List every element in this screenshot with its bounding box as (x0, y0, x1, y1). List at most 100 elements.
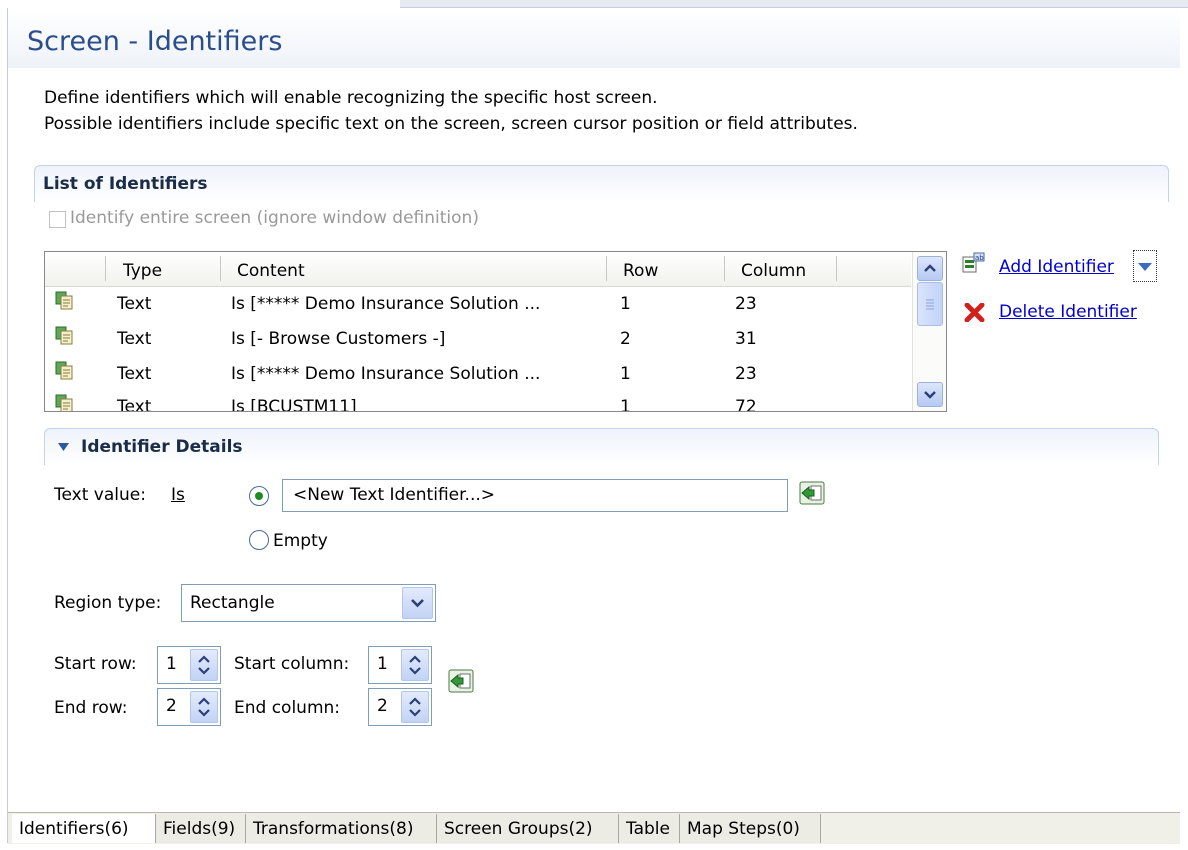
text-identifier-icon (55, 326, 73, 345)
delete-identifier-link[interactable]: Delete Identifier (999, 302, 1137, 322)
cell-type: Text (117, 294, 152, 314)
column-header-row[interactable]: Row (623, 261, 658, 281)
empty-radio-label: Empty (273, 531, 328, 551)
chevron-up-icon (924, 264, 936, 272)
page-title: Screen - Identifiers (27, 26, 283, 57)
end-row-label: End row: (54, 698, 128, 718)
start-row-value: 1 (166, 654, 177, 674)
cell-row: 2 (620, 329, 631, 349)
region-type-select[interactable]: Rectangle (181, 584, 436, 622)
cell-column: 72 (735, 397, 757, 412)
table-row[interactable]: Text Is [- Browse Customers -] 2 31 (45, 322, 911, 356)
start-column-spin-buttons[interactable] (401, 649, 429, 681)
table-vertical-scrollbar[interactable] (912, 252, 946, 411)
tab-label: Map Steps(0) (687, 819, 800, 839)
text-value-field[interactable] (282, 479, 788, 512)
tab-identifiers[interactable]: Identifiers(6) (12, 814, 156, 843)
list-section-header: List of Identifiers (34, 165, 1169, 202)
cell-row: 1 (620, 397, 631, 412)
radio-selected-dot (255, 492, 263, 500)
cell-row: 1 (620, 364, 631, 384)
description-line-1: Define identifiers which will enable rec… (44, 88, 658, 108)
end-column-spinner[interactable]: 2 (368, 688, 432, 726)
tab-map-steps[interactable]: Map Steps(0) (680, 814, 821, 843)
cell-content: Is [- Browse Customers -] (231, 329, 446, 349)
tab-label: Identifiers(6) (19, 819, 129, 839)
region-type-dropdown-button[interactable] (402, 587, 433, 619)
start-row-spin-buttons[interactable] (190, 649, 218, 681)
text-value-radio[interactable] (249, 486, 269, 506)
column-separator (105, 256, 106, 281)
tab-fields[interactable]: Fields(9) (156, 814, 246, 843)
tab-table[interactable]: Table (619, 814, 680, 843)
column-header-type[interactable]: Type (123, 261, 162, 281)
cell-column: 31 (735, 329, 757, 349)
chevron-down-icon (411, 599, 424, 608)
collapse-triangle-icon[interactable] (57, 442, 70, 452)
text-identifier-icon (55, 291, 73, 310)
cell-column: 23 (735, 364, 757, 384)
column-header-content[interactable]: Content (237, 261, 305, 281)
start-column-spinner[interactable]: 1 (368, 646, 432, 684)
editor-tab-bar: Identifiers(6) Fields(9) Transformations… (8, 812, 1180, 844)
top-strip (0, 0, 1188, 8)
start-column-label: Start column: (234, 654, 350, 674)
end-column-label: End column: (234, 698, 341, 718)
region-type-label: Region type: (54, 593, 162, 613)
list-section-title: List of Identifiers (43, 174, 208, 194)
region-type-value: Rectangle (190, 593, 275, 613)
table-row[interactable]: Text Is [***** Demo Insurance Solution .… (45, 357, 911, 391)
scroll-thumb[interactable] (917, 282, 943, 326)
table-row[interactable]: Text Is [BCUSTM11] 1 72 (45, 390, 911, 412)
end-row-value: 2 (166, 696, 177, 716)
column-header-column[interactable]: Column (741, 261, 806, 281)
end-column-spin-buttons[interactable] (401, 691, 429, 723)
cell-type: Text (117, 329, 152, 349)
column-separator (606, 256, 607, 281)
cell-content: Is [***** Demo Insurance Solution ... (231, 364, 541, 384)
page-header: Screen - Identifiers (8, 10, 1180, 68)
add-identifier-link[interactable]: Add Identifier (999, 257, 1114, 277)
dropdown-arrow-icon (1138, 263, 1152, 271)
identify-entire-screen-checkbox[interactable] (49, 211, 66, 228)
spin-up-down-icon (409, 697, 421, 717)
add-identifier-dropdown-button[interactable] (1133, 250, 1157, 282)
cell-row: 1 (620, 294, 631, 314)
start-row-spinner[interactable]: 1 (157, 646, 221, 684)
add-identifier-icon[interactable]: ab (962, 252, 986, 274)
identifiers-table[interactable]: Type Content Row Column Text Is [***** D… (44, 251, 947, 412)
grip-icon (926, 299, 934, 310)
scroll-up-button[interactable] (917, 256, 943, 281)
table-header: Type Content Row Column (45, 252, 911, 287)
empty-radio[interactable] (249, 530, 269, 550)
column-separator (724, 256, 725, 281)
text-identifier-icon (55, 361, 73, 380)
chevron-down-icon (924, 391, 936, 399)
tab-label: Fields(9) (163, 819, 236, 839)
is-operator-link[interactable]: Is (171, 485, 185, 505)
tab-screen-groups[interactable]: Screen Groups(2) (437, 814, 619, 843)
table-row[interactable]: Text Is [***** Demo Insurance Solution .… (45, 287, 911, 321)
identify-entire-screen-label: Identify entire screen (ignore window de… (70, 208, 479, 228)
cell-type: Text (117, 397, 152, 412)
details-section-header: Identifier Details (44, 428, 1159, 465)
end-column-value: 2 (377, 696, 388, 716)
end-row-spinner[interactable]: 2 (157, 688, 221, 726)
cell-content: Is [BCUSTM11] (231, 397, 357, 412)
delete-icon[interactable] (964, 303, 985, 322)
insert-region-from-screen-icon[interactable] (448, 669, 474, 693)
tab-label: Transformations(8) (253, 819, 414, 839)
description-line-2: Possible identifiers include specific te… (44, 114, 858, 134)
scroll-down-button[interactable] (917, 382, 943, 407)
tab-transformations[interactable]: Transformations(8) (246, 814, 437, 843)
start-row-label: Start row: (54, 654, 137, 674)
column-separator (836, 256, 837, 281)
cell-type: Text (117, 364, 152, 384)
end-row-spin-buttons[interactable] (190, 691, 218, 723)
text-value-input[interactable] (283, 480, 773, 509)
spin-up-down-icon (409, 655, 421, 675)
column-separator (220, 256, 221, 281)
tab-label: Screen Groups(2) (444, 819, 593, 839)
cell-column: 23 (735, 294, 757, 314)
insert-from-screen-icon[interactable] (799, 481, 825, 505)
